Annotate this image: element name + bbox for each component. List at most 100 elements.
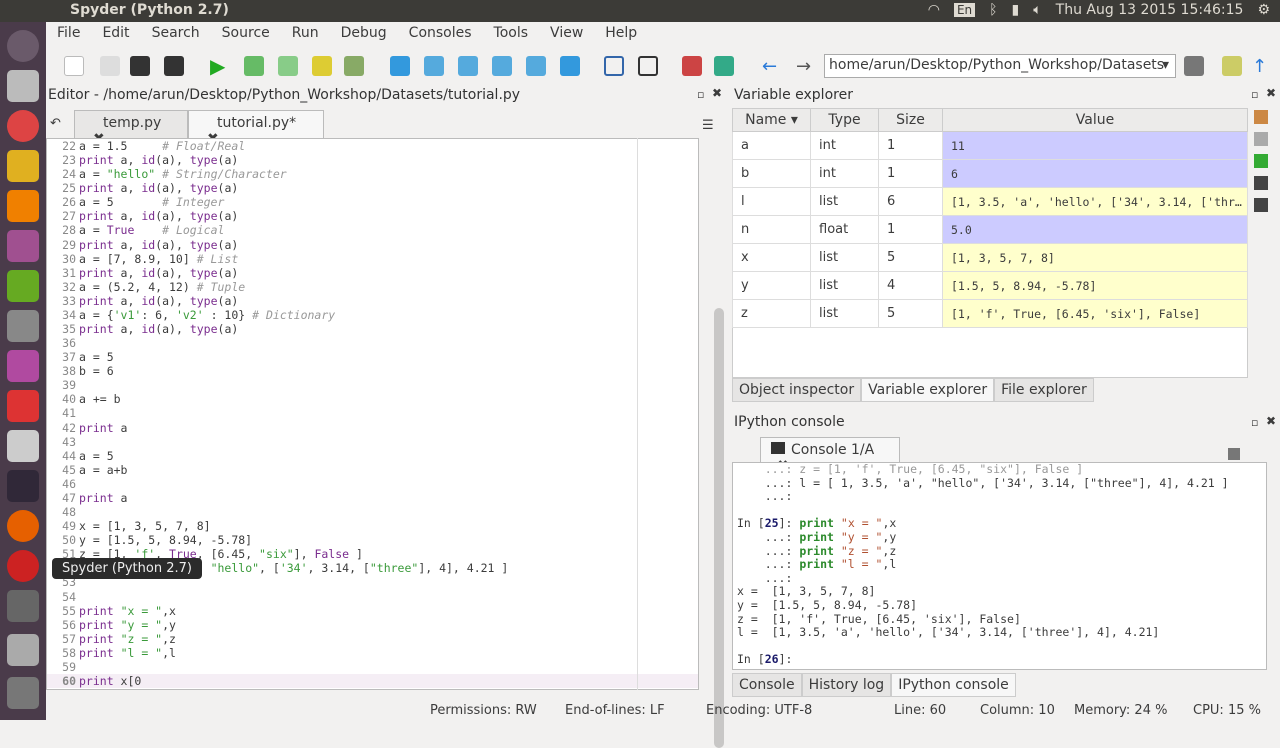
- step-return-icon[interactable]: [492, 56, 512, 76]
- run-icon[interactable]: ▶: [210, 56, 230, 76]
- code-line[interactable]: 37 a = 5: [47, 350, 698, 364]
- preferences-icon[interactable]: [682, 56, 702, 76]
- browse-folder-icon[interactable]: [1184, 56, 1204, 76]
- tab-file-explorer[interactable]: File explorer: [994, 378, 1094, 402]
- code-line[interactable]: 25 print a, id(a), type(a): [47, 181, 698, 195]
- keyboard-indicator[interactable]: En: [953, 3, 976, 17]
- menu-source[interactable]: Source: [211, 22, 281, 46]
- code-line[interactable]: 57 print "z = ",z: [47, 632, 698, 646]
- app-icon[interactable]: [7, 350, 39, 382]
- export-icon[interactable]: [1254, 154, 1268, 168]
- tab-variable-explorer[interactable]: Variable explorer: [861, 378, 995, 402]
- app-icon[interactable]: [7, 270, 39, 302]
- parent-dir-arrow-icon[interactable]: ↑: [1252, 56, 1272, 77]
- save-data-as-icon[interactable]: [1254, 198, 1268, 212]
- tab-object-inspector[interactable]: Object inspector: [732, 378, 862, 402]
- continue-icon[interactable]: [526, 56, 546, 76]
- menu-search[interactable]: Search: [141, 22, 211, 46]
- column-header-name[interactable]: Name ▾: [732, 108, 811, 132]
- configure-run-icon[interactable]: [344, 56, 364, 76]
- undock-icon[interactable]: ▫: [1251, 88, 1258, 101]
- dash-icon[interactable]: [7, 30, 39, 62]
- code-line[interactable]: 39: [47, 378, 698, 392]
- menu-consoles[interactable]: Consoles: [398, 22, 483, 46]
- tab-temp-py[interactable]: temp.py ✖: [74, 110, 188, 147]
- undock-icon[interactable]: ▫: [697, 88, 704, 101]
- variable-row[interactable]: x list 5 [1, 3, 5, 7, 8]: [732, 243, 1248, 272]
- step-into-icon[interactable]: [458, 56, 478, 76]
- menu-debug[interactable]: Debug: [330, 22, 398, 46]
- font-viewer-icon[interactable]: [7, 430, 39, 462]
- save-all-icon[interactable]: [164, 56, 184, 76]
- software-center-icon[interactable]: [7, 390, 39, 422]
- code-line[interactable]: 31 print a, id(a), type(a): [47, 266, 698, 280]
- tab-history-log[interactable]: History log: [801, 673, 892, 697]
- battery-icon[interactable]: ▮: [1012, 2, 1020, 18]
- bluetooth-icon[interactable]: ᛒ: [989, 2, 997, 18]
- debug-icon[interactable]: [390, 56, 410, 76]
- menu-file[interactable]: File: [46, 22, 91, 46]
- code-line[interactable]: 45 a = a+b: [47, 463, 698, 477]
- tab-console[interactable]: Console: [732, 673, 802, 697]
- browse-tabs-icon[interactable]: ↶: [50, 116, 61, 131]
- code-line[interactable]: 50 y = [1.5, 5, 8.94, -5.78]: [47, 533, 698, 547]
- code-line[interactable]: 47 print a: [47, 491, 698, 505]
- column-header-value[interactable]: Value: [942, 108, 1248, 132]
- code-line[interactable]: 34 a = {'v1': 6, 'v2' : 10} # Dictionary: [47, 308, 698, 322]
- working-directory-combo[interactable]: home/arun/Desktop/Python_Workshop/Datase…: [824, 54, 1176, 78]
- drive-icon[interactable]: [7, 634, 39, 666]
- stop-kernel-icon[interactable]: [1228, 448, 1240, 460]
- power-icon[interactable]: ⚙: [1257, 2, 1270, 18]
- app-icon[interactable]: [7, 590, 39, 622]
- code-line[interactable]: 54: [47, 590, 698, 604]
- set-working-dir-icon[interactable]: [1222, 56, 1242, 76]
- code-line[interactable]: 60 print x[0: [47, 673, 698, 689]
- column-header-size[interactable]: Size: [878, 108, 943, 132]
- tab-console-1a[interactable]: Console 1/A ✖: [760, 437, 900, 474]
- code-line[interactable]: 29 print a, id(a), type(a): [47, 238, 698, 252]
- code-line[interactable]: 26 a = 5 # Integer: [47, 195, 698, 209]
- code-line[interactable]: 30 a = [7, 8.9, 10] # List: [47, 252, 698, 266]
- code-line[interactable]: 58 print "l = ",l: [47, 646, 698, 660]
- options-menu-icon[interactable]: ☰: [702, 118, 714, 133]
- back-arrow-icon[interactable]: ←: [762, 56, 782, 77]
- code-line[interactable]: 59: [47, 660, 698, 674]
- help-icon[interactable]: [7, 310, 39, 342]
- menu-view[interactable]: View: [539, 22, 594, 46]
- close-pane-icon[interactable]: ✖: [712, 86, 722, 100]
- step-icon[interactable]: [424, 56, 444, 76]
- wifi-icon[interactable]: ◠: [928, 2, 940, 18]
- tab-tutorial-py[interactable]: tutorial.py* ✖: [188, 110, 324, 147]
- vlc-icon[interactable]: [7, 190, 39, 222]
- code-line[interactable]: 40 a += b: [47, 392, 698, 406]
- menu-help[interactable]: Help: [594, 22, 648, 46]
- run-selection-icon[interactable]: [312, 56, 332, 76]
- code-line[interactable]: 56 print "y = ",y: [47, 618, 698, 632]
- close-pane-icon[interactable]: ✖: [1266, 86, 1276, 100]
- save-icon[interactable]: [130, 56, 150, 76]
- run-cell-icon[interactable]: [244, 56, 264, 76]
- scrollbar-thumb[interactable]: [714, 308, 724, 748]
- code-line[interactable]: 41: [47, 406, 698, 420]
- options-icon[interactable]: [1254, 132, 1268, 146]
- app-icon[interactable]: [7, 230, 39, 262]
- import-data-icon[interactable]: [1254, 110, 1268, 124]
- menu-edit[interactable]: Edit: [91, 22, 140, 46]
- code-line[interactable]: 27 print a, id(a), type(a): [47, 209, 698, 223]
- variable-row[interactable]: y list 4 [1.5, 5, 8.94, -5.78]: [732, 271, 1248, 300]
- files-icon[interactable]: [7, 70, 39, 102]
- code-line[interactable]: 49 x = [1, 3, 5, 7, 8]: [47, 519, 698, 533]
- fullscreen-icon[interactable]: [638, 56, 658, 76]
- code-editor[interactable]: 22 a = 1.5 # Float/Real 23 print a, id(a), …: [46, 138, 699, 690]
- code-line[interactable]: 38 b = 6: [47, 364, 698, 378]
- firefox-icon[interactable]: [7, 510, 39, 542]
- code-line[interactable]: 24 a = "hello" # String/Character: [47, 167, 698, 181]
- code-line[interactable]: 32 a = (5.2, 4, 12) # Tuple: [47, 280, 698, 294]
- code-line[interactable]: 42 print a: [47, 421, 698, 435]
- stop-debug-icon[interactable]: [560, 56, 580, 76]
- close-pane-icon[interactable]: ✖: [1266, 414, 1276, 428]
- variable-row[interactable]: l list 6 [1, 3.5, 'a', 'hello', ['34', 3.14…: [732, 187, 1248, 216]
- variable-row[interactable]: n float 1 5.0: [732, 215, 1248, 244]
- forward-arrow-icon[interactable]: →: [796, 56, 816, 77]
- variable-row[interactable]: a int 1 11: [732, 131, 1248, 160]
